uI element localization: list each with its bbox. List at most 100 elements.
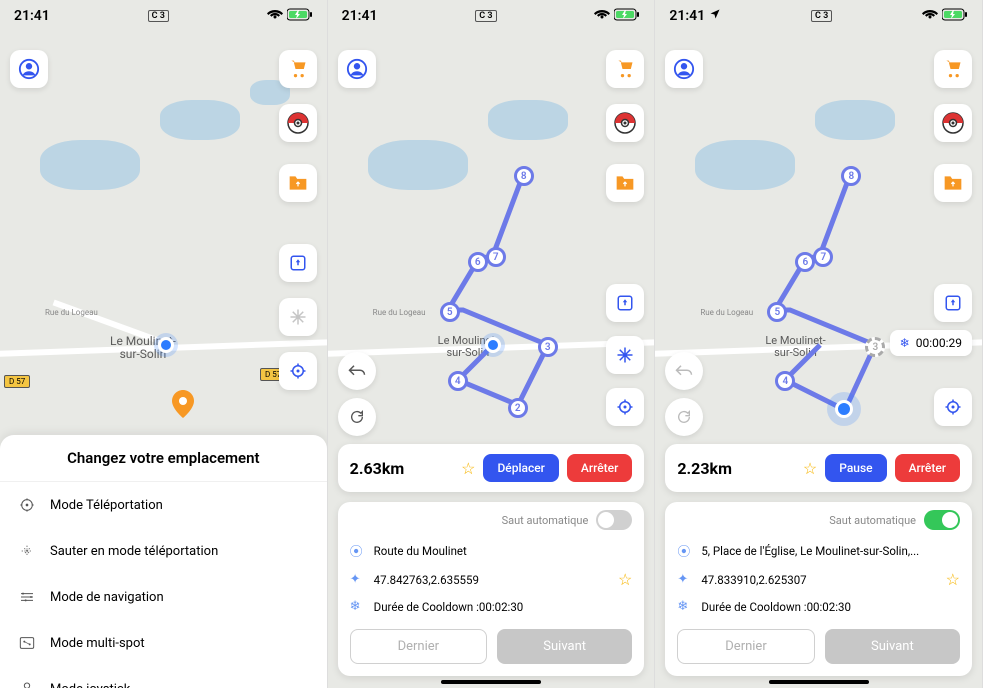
auto-toggle[interactable] (596, 510, 632, 530)
profile-button[interactable] (338, 50, 376, 88)
export-button[interactable] (934, 284, 972, 322)
pokeball-button[interactable] (606, 104, 644, 142)
mode-label: Mode multi-spot (50, 636, 145, 651)
move-button[interactable]: Déplacer (483, 454, 558, 482)
mode-sheet: Changez votre emplacement Mode Téléporta… (0, 435, 327, 688)
favorite-button[interactable]: ☆ (461, 459, 475, 478)
stop-button[interactable]: Arrêter (567, 454, 632, 482)
multispot-icon (18, 634, 36, 652)
cooldown-value: Durée de Cooldown :00:02:30 (374, 600, 524, 614)
coords-icon: ✦ (677, 572, 691, 587)
profile-button[interactable] (10, 50, 48, 88)
wifi-icon (594, 8, 610, 24)
location-pin-icon (172, 390, 194, 418)
pokeball-button[interactable] (934, 104, 972, 142)
favorite-button[interactable]: ☆ (803, 459, 817, 478)
coords-value: 47.842763,2.635559 (374, 573, 608, 587)
pin-icon: ⦿ (677, 541, 691, 560)
carrier-badge: C 3 (811, 10, 832, 22)
snowflake-icon: ❄ (900, 336, 910, 350)
coords-icon: ✦ (350, 572, 364, 587)
mode-jump-teleport[interactable]: Sauter en mode téléportation (0, 528, 327, 574)
teleport-icon (18, 496, 36, 514)
battery-icon (614, 8, 640, 25)
auto-label: Saut automatique (829, 514, 916, 527)
carrier-badge: C 3 (148, 10, 169, 22)
carrier-badge: C 3 (475, 10, 496, 22)
navigation-icon (18, 588, 36, 606)
joystick-icon (18, 680, 36, 688)
wifi-icon (267, 8, 283, 24)
auto-label: Saut automatique (502, 514, 589, 527)
phone-screen-2: 21:41 C 3 Rue du Logeau Le Moulinet-sur-… (328, 0, 656, 688)
waypoint[interactable]: 4 (448, 371, 468, 391)
prev-button[interactable]: Dernier (350, 629, 487, 664)
battery-icon (287, 8, 313, 25)
waypoint[interactable]: 5 (440, 302, 460, 322)
address-value: 5, Place de l'Église, Le Moulinet-sur-So… (701, 544, 960, 558)
distance-value: 2.63km (350, 459, 453, 478)
detail-panel: Saut automatique ⦿ Route du Moulinet ✦ 4… (338, 502, 645, 676)
next-button[interactable]: Suivant (825, 629, 960, 664)
wifi-icon (922, 8, 938, 24)
folder-button[interactable] (934, 164, 972, 202)
timer-value: 00:00:29 (916, 336, 962, 350)
distance-value: 2.23km (677, 459, 795, 478)
route-badge: D 57 (4, 375, 30, 388)
waypoint[interactable]: 8 (514, 166, 534, 186)
favorite-coords-button[interactable]: ☆ (618, 570, 632, 589)
cooldown-timer: ❄ 00:00:29 (890, 330, 972, 356)
undo-button[interactable] (665, 352, 703, 390)
pin-icon: ⦿ (350, 541, 364, 560)
detail-panel: Saut automatique ⦿ 5, Place de l'Église,… (665, 502, 972, 676)
auto-toggle[interactable] (924, 510, 960, 530)
mode-teleport[interactable]: Mode Téléportation (0, 482, 327, 528)
clock: 21:41 (14, 8, 50, 24)
next-button[interactable]: Suivant (497, 629, 632, 664)
undo-button[interactable] (338, 352, 376, 390)
phone-screen-3: 21:41 C 3 Rue du Logeau Le Moulinet-sur-… (655, 0, 983, 688)
clock: 21:41 (669, 8, 705, 24)
refresh-button[interactable] (338, 398, 376, 436)
cart-button[interactable] (934, 50, 972, 88)
snowflake-icon: ❄ (677, 599, 691, 614)
mode-label: Mode joystick (50, 682, 130, 688)
locate-button[interactable] (279, 352, 317, 390)
distance-panel: 2.63km ☆ Déplacer Arrêter (338, 444, 645, 492)
pause-button[interactable]: Pause (825, 454, 886, 482)
prev-button[interactable]: Dernier (677, 629, 814, 664)
mode-label: Mode de navigation (50, 590, 164, 605)
locate-button[interactable] (606, 388, 644, 426)
home-indicator (441, 680, 541, 684)
cooldown-value: Durée de Cooldown :00:02:30 (701, 600, 851, 614)
status-bar: 21:41 C 3 (0, 0, 327, 32)
snowflake-button[interactable] (606, 336, 644, 374)
mode-label: Mode Téléportation (50, 498, 163, 513)
export-button[interactable] (606, 284, 644, 322)
folder-button[interactable] (606, 164, 644, 202)
mode-label: Sauter en mode téléportation (50, 544, 218, 559)
mode-navigation[interactable]: Mode de navigation (0, 574, 327, 620)
snowflake-button[interactable] (279, 298, 317, 336)
waypoint[interactable]: 3 (538, 337, 558, 357)
jump-icon (18, 542, 36, 560)
favorite-coords-button[interactable]: ☆ (946, 570, 960, 589)
cart-button[interactable] (279, 50, 317, 88)
user-location-dot (158, 337, 174, 353)
clock: 21:41 (342, 8, 378, 24)
waypoint[interactable]: 6 (468, 252, 488, 272)
profile-button[interactable] (665, 50, 703, 88)
pokeball-button[interactable] (279, 104, 317, 142)
refresh-button[interactable] (665, 398, 703, 436)
folder-button[interactable] (279, 164, 317, 202)
stop-button[interactable]: Arrêter (895, 454, 960, 482)
home-indicator (769, 680, 869, 684)
road-label: Rue du Logeau (45, 308, 98, 317)
waypoint[interactable]: 2 (508, 398, 528, 418)
locate-button[interactable] (934, 388, 972, 426)
cart-button[interactable] (606, 50, 644, 88)
export-button[interactable] (279, 244, 317, 282)
mode-multispot[interactable]: Mode multi-spot (0, 620, 327, 666)
mode-joystick[interactable]: Mode joystick (0, 666, 327, 688)
waypoint[interactable]: 7 (486, 247, 506, 267)
